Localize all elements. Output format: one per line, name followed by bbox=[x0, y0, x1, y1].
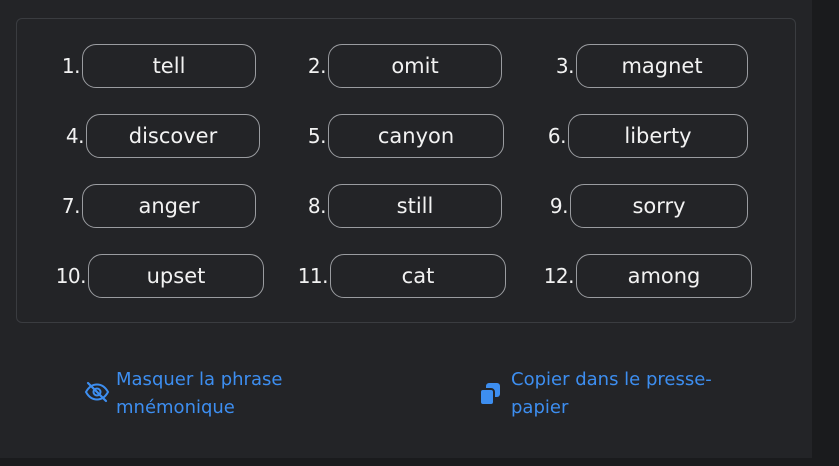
word-item-6: 6. liberty bbox=[540, 114, 748, 158]
hide-mnemonic-button[interactable]: Masquer la phrase mnémonique bbox=[84, 366, 282, 422]
word-box: sorry bbox=[570, 184, 748, 228]
word-item-12: 12. among bbox=[540, 254, 752, 298]
copy-icon bbox=[479, 382, 501, 415]
word-box: discover bbox=[86, 114, 260, 158]
word-box: among bbox=[576, 254, 752, 298]
word-box: anger bbox=[82, 184, 256, 228]
hide-mnemonic-label-line2: mnémonique bbox=[116, 397, 235, 418]
word-item-2: 2. omit bbox=[296, 44, 502, 88]
word-item-11: 11. cat bbox=[296, 254, 506, 298]
word-item-9: 9. sorry bbox=[540, 184, 748, 228]
word-item-5: 5. canyon bbox=[296, 114, 504, 158]
eye-slash-icon bbox=[84, 381, 110, 412]
word-item-7: 7. anger bbox=[50, 184, 256, 228]
word-box: liberty bbox=[568, 114, 748, 158]
word-box: still bbox=[328, 184, 502, 228]
word-number: 12. bbox=[543, 264, 575, 288]
word-box: omit bbox=[328, 44, 502, 88]
word-number: 8. bbox=[307, 194, 327, 218]
word-number: 10. bbox=[55, 264, 87, 288]
copy-label-line1: Copier dans le presse- bbox=[511, 369, 712, 390]
word-number: 4. bbox=[65, 124, 85, 148]
copy-label-line2: papier bbox=[511, 397, 569, 418]
bottom-strip bbox=[0, 458, 839, 466]
word-box: upset bbox=[88, 254, 264, 298]
hide-mnemonic-label-line1: Masquer la phrase bbox=[116, 369, 283, 390]
word-box: cat bbox=[330, 254, 506, 298]
word-item-3: 3. magnet bbox=[540, 44, 748, 88]
side-strip bbox=[812, 0, 839, 466]
word-box: canyon bbox=[328, 114, 504, 158]
copy-to-clipboard-button[interactable]: Copier dans le presse- papier bbox=[479, 366, 712, 422]
word-item-8: 8. still bbox=[296, 184, 502, 228]
word-number: 5. bbox=[307, 124, 327, 148]
word-number: 7. bbox=[61, 194, 81, 218]
word-number: 6. bbox=[547, 124, 567, 148]
hide-mnemonic-label: Masquer la phrase mnémonique bbox=[116, 366, 282, 422]
word-number: 9. bbox=[549, 194, 569, 218]
copy-label: Copier dans le presse- papier bbox=[511, 366, 712, 422]
word-number: 1. bbox=[61, 54, 81, 78]
word-number: 2. bbox=[307, 54, 327, 78]
word-number: 11. bbox=[297, 264, 329, 288]
word-item-4: 4. discover bbox=[50, 114, 260, 158]
word-number: 3. bbox=[555, 54, 575, 78]
word-item-10: 10. upset bbox=[50, 254, 264, 298]
word-item-1: 1. tell bbox=[50, 44, 256, 88]
word-box: magnet bbox=[576, 44, 748, 88]
word-box: tell bbox=[82, 44, 256, 88]
